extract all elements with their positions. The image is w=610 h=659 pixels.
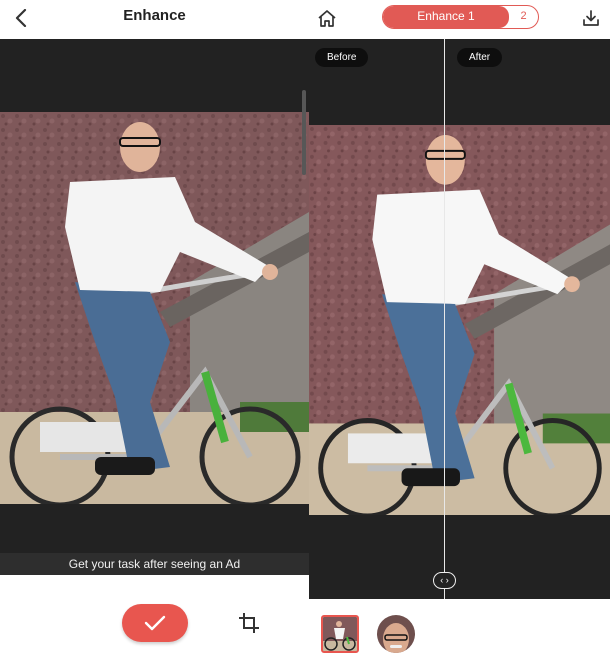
before-label: Before	[315, 48, 369, 67]
enhance-editor-panel: Enhance Get your task after seeing an Ad	[0, 0, 309, 659]
ad-prompt-banner[interactable]: Get your task after seeing an Ad	[0, 553, 309, 575]
back-button[interactable]	[10, 6, 32, 30]
tab-enhance-2[interactable]: 2	[509, 6, 538, 28]
screen: Enhance Get your task after seeing an Ad…	[0, 0, 610, 659]
photo-cyclist	[0, 112, 309, 504]
after-label: After	[457, 48, 503, 67]
compare-top-bar: Enhance 1 2	[309, 0, 610, 39]
thumbnail-face[interactable]	[377, 615, 415, 653]
compare-slider-handle[interactable]: ‹ ›	[433, 572, 456, 589]
enhance-version-toggle: Enhance 1 2	[382, 5, 539, 29]
download-icon	[583, 10, 599, 26]
compare-divider-line[interactable]	[444, 39, 445, 599]
thumbnail-cyclist[interactable]	[321, 615, 359, 653]
home-button[interactable]	[316, 6, 338, 30]
image-canvas	[0, 39, 309, 575]
thumbnail-image	[323, 617, 357, 651]
vertical-scrollbar[interactable]	[302, 90, 306, 175]
photo-cyclist-compare	[309, 125, 610, 515]
confirm-button[interactable]	[122, 604, 188, 642]
compare-canvas: Before After ‹ ›	[309, 39, 610, 599]
chevron-left-icon	[15, 9, 27, 27]
download-button[interactable]	[580, 6, 602, 30]
top-bar: Enhance	[0, 0, 309, 39]
crop-button[interactable]	[236, 611, 262, 635]
crop-icon	[239, 613, 259, 633]
compare-panel: Enhance 1 2 Before After ‹ ›	[309, 0, 610, 659]
checkmark-icon	[144, 615, 166, 631]
thumbnail-image	[377, 615, 415, 653]
page-title: Enhance	[123, 7, 186, 24]
home-icon	[318, 9, 336, 27]
tab-enhance-1[interactable]: Enhance 1	[383, 6, 509, 28]
